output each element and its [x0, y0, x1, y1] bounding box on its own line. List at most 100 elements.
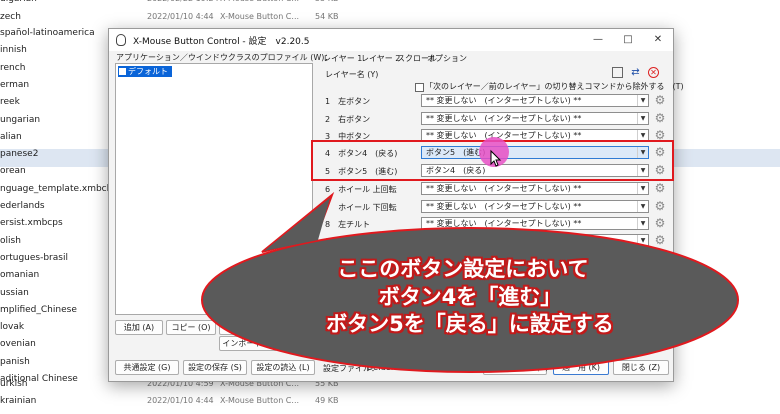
exclude-layer-checkbox[interactable] [415, 83, 424, 92]
dropdown-value: ** 変更しない (インターセプトしない) ** [426, 184, 582, 193]
dropdown-value: ** 変更しない (インターセプトしない) ** [426, 96, 582, 105]
file-name: erman [0, 79, 30, 90]
row-label-wheel-up: 6 ホイール 上回転 [325, 185, 397, 194]
import-button[interactable]: インポート (I) [219, 336, 277, 351]
profile-header: アプリケーション／ウインドウクラスのプロファイル (W)： [116, 53, 333, 62]
file-size: 55 KB [315, 0, 338, 3]
mouse-cursor-icon [490, 149, 502, 167]
file-name: omanian [0, 270, 40, 281]
dropdown-value: ** 変更しない (インターセプトしない) ** [426, 236, 582, 245]
file-size: 49 KB [315, 396, 339, 405]
file-name: ederlands [0, 201, 45, 211]
callout-line-1: ここのボタン設定において [337, 257, 589, 281]
profile-item-label: デフォルト [128, 67, 168, 76]
profile-list[interactable]: デフォルト [115, 63, 313, 315]
close-dialog-button[interactable]: 閉じる (Z) [613, 360, 669, 375]
file-type: X-Mouse Button C... [220, 12, 300, 21]
file-name: krainian [0, 396, 37, 406]
match-type-label: マッチ・タイプ (M) [325, 343, 397, 352]
chevron-down-icon: ▼ [637, 95, 648, 106]
file-row[interactable]: ulgarian 2022/02/22 19:24X-Mouse Button C… [0, 0, 780, 12]
file-name: ersist.xmbcps [0, 218, 63, 229]
file-name: olish [0, 235, 21, 246]
gear-icon[interactable]: ⚙ [654, 234, 666, 246]
chevron-down-icon: ▼ [637, 201, 648, 212]
clear-layer-icon[interactable]: ✕ [648, 67, 659, 78]
apply-button[interactable]: 適 用 (K) [553, 360, 609, 375]
file-name: spañol-latinoamerica [0, 28, 95, 38]
file-date: 2022/01/10 4:44 [147, 12, 214, 21]
chevron-down-icon: ▼ [637, 235, 648, 246]
file-name: reek [0, 97, 20, 108]
file-name: lovak [0, 322, 25, 333]
common-settings-button[interactable]: 共通設定 (G) [115, 360, 179, 375]
load-settings-button[interactable]: 設定の読込 (L) [251, 360, 315, 375]
file-name: rench [0, 62, 26, 73]
file-name: panish [0, 356, 30, 367]
row-label-wheel-down: 7 ホイール 下回転 [325, 203, 397, 212]
mouse-icon [116, 34, 126, 46]
file-date: 2022/02/22 19:24 [147, 0, 219, 3]
swap-layer-icon[interactable]: ⇄ [630, 67, 641, 78]
exclude-layer-label: 「次のレイヤー／前のレイヤー」の切り替えコマンドから除外する (T) [425, 82, 684, 91]
file-name: mplified_Chinese [0, 304, 77, 315]
row-label-left-button: 1 左ボタン [325, 97, 371, 106]
minimize-button[interactable]: — [583, 29, 613, 51]
file-name: ovenian [0, 339, 36, 350]
copy-layer-icon[interactable] [612, 67, 623, 78]
right-button-dropdown[interactable]: ** 変更しない (インターセプトしない) ** ▼ [421, 112, 649, 125]
gear-icon[interactable]: ⚙ [654, 200, 666, 212]
match-type-value: すべて [405, 343, 429, 352]
layer-name-label: レイヤー名 (Y) [325, 70, 379, 79]
gear-icon[interactable]: ⚙ [654, 94, 666, 106]
file-name: ulgarian [0, 0, 37, 4]
settings-file-value: Default [367, 363, 397, 372]
file-name: urkish [0, 379, 28, 389]
tab-layer-2[interactable]: レイヤー 2 [361, 53, 400, 64]
dropdown-value: ** 変更しない (インターセプトしない) ** [426, 131, 582, 140]
tab-layer-1[interactable]: レイヤー 1 [323, 53, 362, 64]
left-button-dropdown[interactable]: ** 変更しない (インターセプトしない) ** ▼ [421, 94, 649, 107]
row-label-tilt-left: 8 左チルト [325, 220, 371, 229]
dropdown-value: ** 変更しない (インターセプトしない) ** [426, 202, 582, 211]
file-name: innish [0, 45, 27, 56]
dropdown-value: ** 変更しない (インターセプトしない) ** [426, 219, 582, 228]
file-name: orean [0, 166, 26, 177]
file-type: X-Mouse Button C... [220, 0, 299, 3]
callout-line-3: ボタン5を「戻る」に設定する [326, 312, 614, 336]
gear-icon[interactable]: ⚙ [654, 182, 666, 194]
chevron-down-icon: ▼ [637, 113, 648, 124]
row-label-tilt-right: 9 右チルト [325, 237, 371, 246]
close-button[interactable]: ✕ [643, 29, 673, 51]
gear-icon[interactable]: ⚙ [654, 217, 666, 229]
about-button[interactable]: XMBC の情報 (B) [483, 360, 548, 375]
chevron-down-icon: ▼ [637, 218, 648, 229]
file-name: ussian [0, 287, 29, 298]
add-button[interactable]: 追加 (A) [115, 320, 163, 335]
file-size: 54 KB [315, 12, 339, 21]
profile-item-default[interactable]: デフォルト [118, 66, 172, 77]
title-bar: X-Mouse Button Control - 設定 v2.20.5 — □ … [109, 29, 673, 51]
wheel-down-dropdown[interactable]: ** 変更しない (インターセプトしない) ** ▼ [421, 200, 649, 213]
tilt-right-dropdown[interactable]: ** 変更しない (インターセプトしない) ** ▼ [421, 234, 649, 247]
file-name: ungarian [0, 114, 41, 125]
file-row[interactable]: krainian 2022/01/10 4:44 X-Mouse Button C.… [0, 396, 780, 414]
tilt-left-dropdown[interactable]: ** 変更しない (インターセプトしない) ** ▼ [421, 217, 649, 230]
file-type: X-Mouse Button C... [220, 396, 300, 405]
dropdown-value: ** 変更しない (インターセプトしない) ** [426, 114, 582, 123]
file-name: alian [0, 131, 22, 142]
window-title: X-Mouse Button Control - 設定 v2.20.5 [133, 37, 310, 47]
callout-line-2: ボタン4を「進む」 [378, 285, 562, 309]
wheel-up-dropdown[interactable]: ** 変更しない (インターセプトしない) ** ▼ [421, 182, 649, 195]
gear-icon[interactable]: ⚙ [654, 112, 666, 124]
copy-button[interactable]: コピー (O) [166, 320, 216, 335]
file-name: ortugues-brasil [0, 252, 68, 263]
maximize-button[interactable]: □ [613, 29, 643, 51]
file-date: 2022/01/10 4:44 [147, 396, 214, 405]
tab-options[interactable]: オプション [427, 53, 467, 64]
chevron-down-icon: ▼ [637, 183, 648, 194]
file-name: zech [0, 12, 21, 22]
profile-checkbox[interactable] [119, 68, 126, 75]
save-settings-button[interactable]: 設定の保存 (S) [183, 360, 247, 375]
file-name: panese2 [0, 149, 39, 160]
